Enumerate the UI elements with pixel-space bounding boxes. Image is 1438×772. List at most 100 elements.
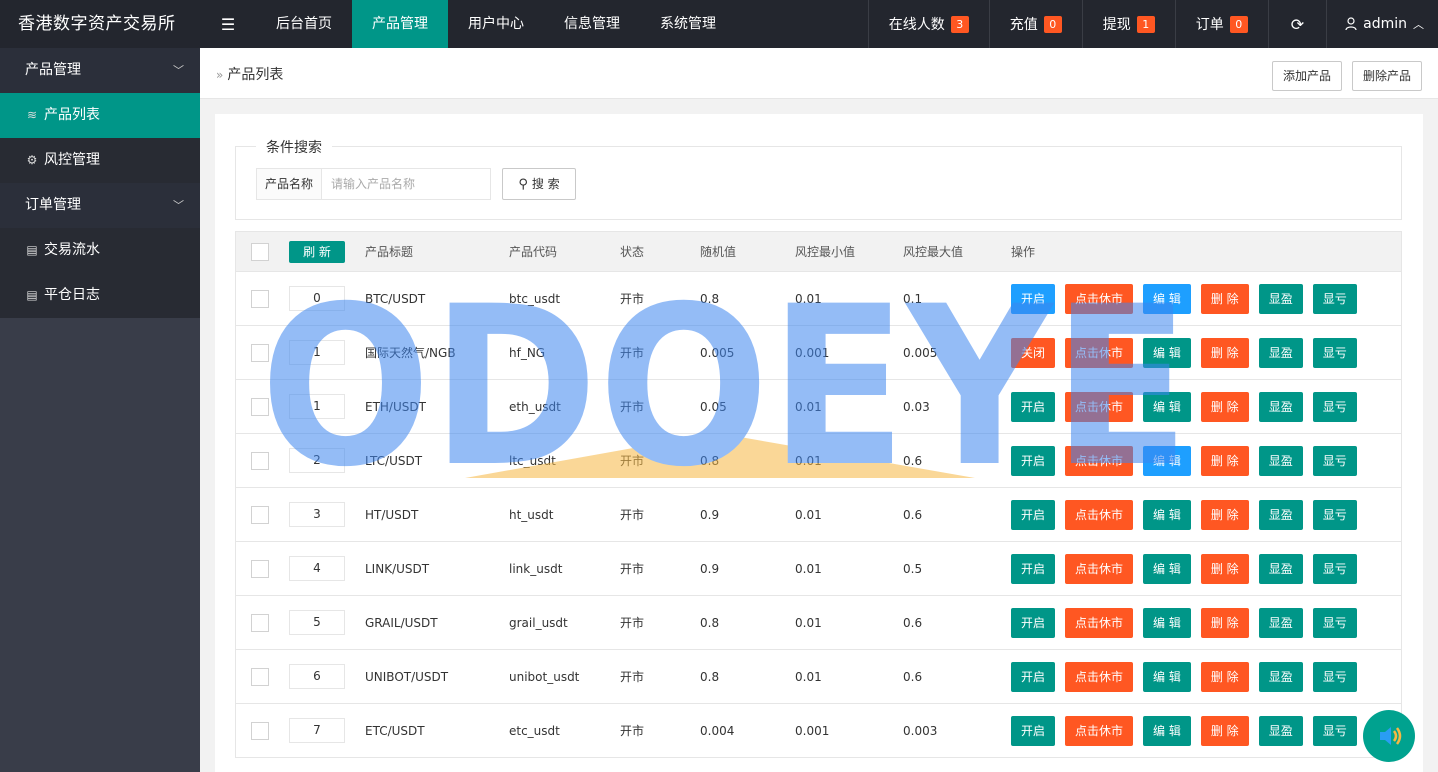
show-loss-button[interactable]: 显亏	[1312, 715, 1357, 746]
add-product-button[interactable]: 添加产品	[1272, 61, 1343, 91]
sort-input[interactable]: 6	[289, 664, 345, 689]
close-market-button[interactable]: 点击休市	[1065, 553, 1134, 584]
nav-users[interactable]: 用户中心	[448, 0, 544, 48]
row-checkbox[interactable]	[251, 667, 269, 686]
toggle-market-button[interactable]: 开启	[1011, 715, 1056, 746]
show-profit-button[interactable]: 显盈	[1258, 391, 1303, 422]
close-market-button[interactable]: 点击休市	[1065, 607, 1134, 638]
delete-button[interactable]: 删 除	[1200, 391, 1249, 422]
delete-button[interactable]: 删 除	[1200, 445, 1249, 476]
select-all-checkbox[interactable]	[251, 242, 269, 261]
show-loss-button[interactable]: 显亏	[1312, 283, 1357, 314]
sidebar-item-product-list[interactable]: ≋ 产品列表	[0, 93, 200, 138]
edit-button[interactable]: 编 辑	[1143, 499, 1191, 530]
delete-button[interactable]: 删 除	[1200, 337, 1249, 368]
delete-button[interactable]: 删 除	[1200, 283, 1249, 314]
nav-products[interactable]: 产品管理	[352, 0, 448, 48]
row-checkbox[interactable]	[251, 343, 269, 362]
nav-info[interactable]: 信息管理	[544, 0, 640, 48]
sidebar-item-flow[interactable]: ▤ 交易流水	[0, 228, 200, 273]
toggle-market-button[interactable]: 关闭	[1011, 337, 1056, 368]
close-market-button[interactable]: 点击休市	[1065, 391, 1134, 422]
search-button[interactable]: ⚲ 搜 索	[502, 168, 576, 200]
sidebar-item-close-log[interactable]: ▤ 平仓日志	[0, 273, 200, 318]
delete-button[interactable]: 删 除	[1200, 661, 1249, 692]
row-checkbox[interactable]	[251, 451, 269, 470]
toggle-market-button[interactable]: 开启	[1011, 553, 1056, 584]
close-market-button[interactable]: 点击休市	[1065, 499, 1134, 530]
show-profit-button[interactable]: 显盈	[1258, 283, 1303, 314]
show-profit-button[interactable]: 显盈	[1258, 499, 1303, 530]
close-market-button[interactable]: 点击休市	[1065, 661, 1134, 692]
menu-toggle-icon[interactable]: ☰	[200, 0, 256, 48]
show-profit-button[interactable]: 显盈	[1258, 445, 1303, 476]
cell-status: 开市	[620, 400, 645, 414]
layers-icon: ≋	[26, 108, 38, 122]
delete-button[interactable]: 删 除	[1200, 607, 1249, 638]
edit-button[interactable]: 编 辑	[1143, 553, 1191, 584]
edit-button[interactable]: 编 辑	[1143, 445, 1191, 476]
toggle-market-button[interactable]: 开启	[1011, 391, 1056, 422]
close-market-button[interactable]: 点击休市	[1065, 715, 1134, 746]
main-content: »产品列表 添加产品 删除产品 条件搜索 产品名称 ⚲搜 索 刷 新 产品标题 …	[200, 48, 1438, 772]
sort-input[interactable]: 3	[289, 502, 345, 527]
sidebar-group-orders[interactable]: 订单管理 ﹀	[0, 183, 200, 228]
show-loss-button[interactable]: 显亏	[1312, 445, 1357, 476]
show-loss-button[interactable]: 显亏	[1312, 607, 1357, 638]
delete-button[interactable]: 删 除	[1200, 715, 1249, 746]
sort-input[interactable]: 0	[289, 286, 345, 311]
voice-assistant-button[interactable]	[1363, 710, 1415, 762]
delete-button[interactable]: 删 除	[1200, 499, 1249, 530]
show-loss-button[interactable]: 显亏	[1312, 499, 1357, 530]
close-market-button[interactable]: 点击休市	[1065, 337, 1134, 368]
toggle-market-button[interactable]: 开启	[1011, 661, 1056, 692]
orders[interactable]: 订单 0	[1174, 0, 1268, 48]
toggle-market-button[interactable]: 开启	[1011, 499, 1056, 530]
show-loss-button[interactable]: 显亏	[1312, 337, 1357, 368]
edit-button[interactable]: 编 辑	[1143, 661, 1191, 692]
recharge[interactable]: 充值 0	[988, 0, 1082, 48]
edit-button[interactable]: 编 辑	[1143, 715, 1191, 746]
refresh-button[interactable]: 刷 新	[289, 240, 345, 263]
show-loss-button[interactable]: 显亏	[1312, 661, 1357, 692]
row-checkbox[interactable]	[251, 397, 269, 416]
row-checkbox[interactable]	[251, 559, 269, 578]
refresh-icon[interactable]: ⟳	[1267, 0, 1326, 48]
sort-input[interactable]: 4	[289, 556, 345, 581]
show-profit-button[interactable]: 显盈	[1258, 661, 1303, 692]
toggle-market-button[interactable]: 开启	[1011, 607, 1056, 638]
row-checkbox[interactable]	[251, 613, 269, 632]
sort-input[interactable]: 2	[289, 448, 345, 473]
edit-button[interactable]: 编 辑	[1143, 391, 1191, 422]
close-market-button[interactable]: 点击休市	[1065, 445, 1134, 476]
show-profit-button[interactable]: 显盈	[1258, 337, 1303, 368]
sort-input[interactable]: 7	[289, 718, 345, 743]
show-profit-button[interactable]: 显盈	[1258, 715, 1303, 746]
delete-product-button[interactable]: 删除产品	[1352, 61, 1423, 91]
sort-input[interactable]: 1	[289, 394, 345, 419]
sidebar-item-risk[interactable]: ⚙ 风控管理	[0, 138, 200, 183]
edit-button[interactable]: 编 辑	[1143, 607, 1191, 638]
nav-home[interactable]: 后台首页	[256, 0, 352, 48]
toggle-market-button[interactable]: 开启	[1011, 445, 1056, 476]
nav-system[interactable]: 系统管理	[640, 0, 736, 48]
toggle-market-button[interactable]: 开启	[1011, 283, 1056, 314]
edit-button[interactable]: 编 辑	[1143, 337, 1191, 368]
show-profit-button[interactable]: 显盈	[1258, 607, 1303, 638]
row-checkbox[interactable]	[251, 289, 269, 308]
sort-input[interactable]: 1	[289, 340, 345, 365]
edit-button[interactable]: 编 辑	[1143, 283, 1191, 314]
show-profit-button[interactable]: 显盈	[1258, 553, 1303, 584]
show-loss-button[interactable]: 显亏	[1312, 553, 1357, 584]
withdraw[interactable]: 提现 1	[1081, 0, 1175, 48]
show-loss-button[interactable]: 显亏	[1312, 391, 1357, 422]
row-checkbox[interactable]	[251, 505, 269, 524]
search-input[interactable]	[321, 168, 491, 200]
user-menu[interactable]: admin ︿	[1326, 0, 1438, 48]
online-users[interactable]: 在线人数 3	[867, 0, 989, 48]
row-checkbox[interactable]	[251, 721, 269, 740]
delete-button[interactable]: 删 除	[1200, 553, 1249, 584]
sort-input[interactable]: 5	[289, 610, 345, 635]
sidebar-group-products[interactable]: 产品管理 ﹀	[0, 48, 200, 93]
close-market-button[interactable]: 点击休市	[1065, 283, 1134, 314]
